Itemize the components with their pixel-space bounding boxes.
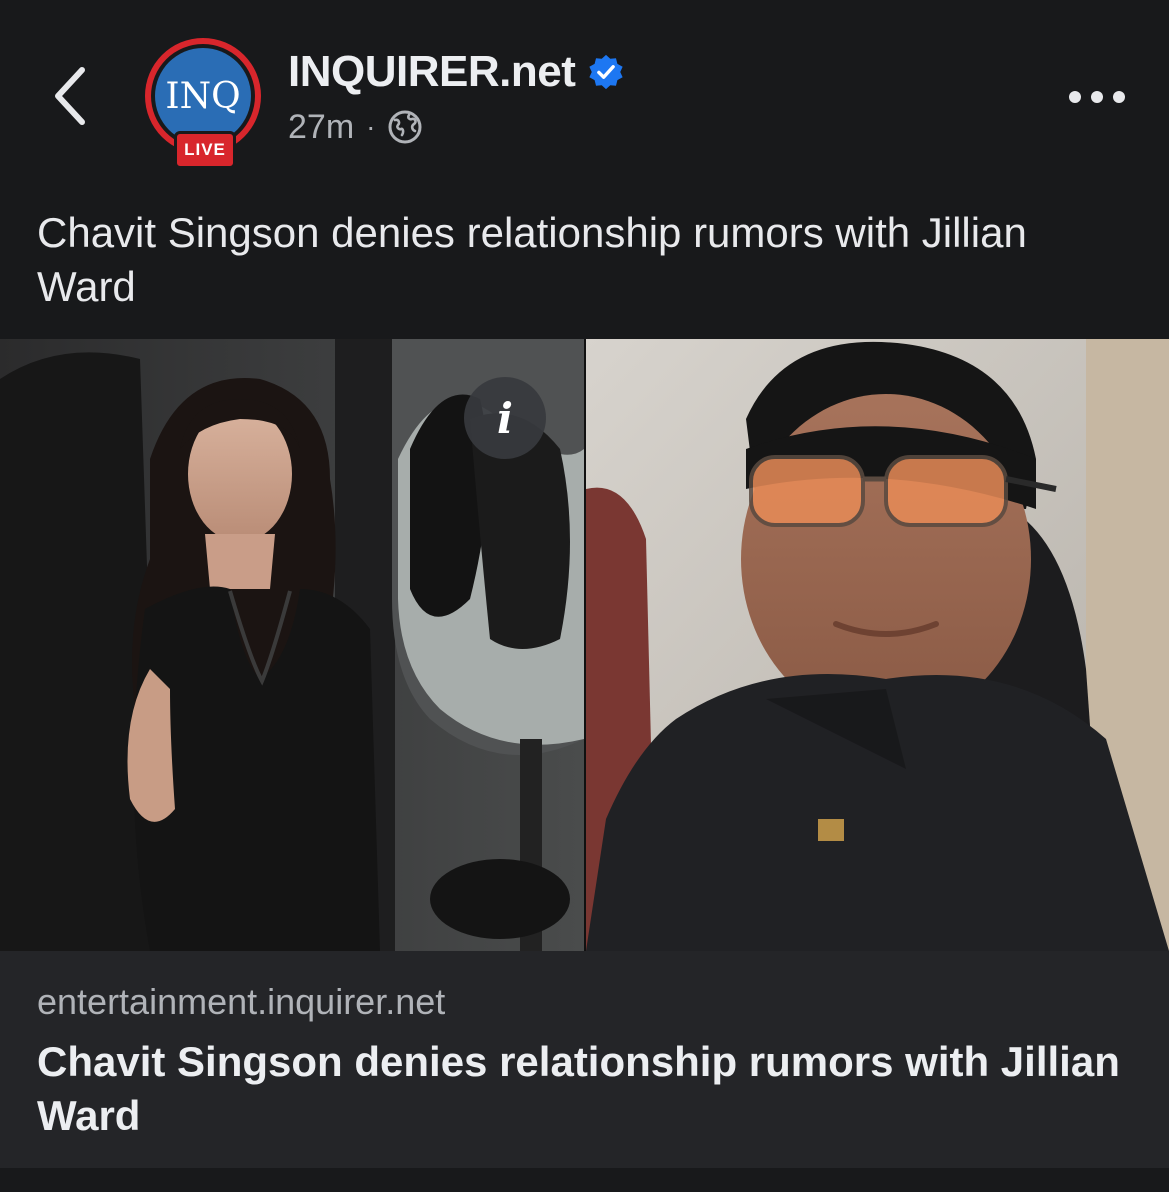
- verified-badge-icon: [589, 54, 623, 90]
- post-meta: 27m ·: [288, 104, 423, 150]
- info-icon: i: [497, 393, 513, 443]
- post-time[interactable]: 27m: [288, 108, 354, 147]
- page-name[interactable]: INQUIRER.net: [288, 47, 576, 97]
- link-title: Chavit Singson denies relationship rumor…: [37, 1038, 1120, 1139]
- link-preview-card[interactable]: entertainment.inquirer.net Chavit Singso…: [0, 951, 1169, 1168]
- live-badge: LIVE: [174, 131, 236, 169]
- post-header: INQ LIVE INQUIRER.net 27m ·: [0, 0, 1169, 190]
- page-name-row: INQUIRER.net: [288, 44, 625, 100]
- post-caption: Chavit Singson denies relationship rumor…: [37, 209, 1027, 310]
- photo-man-orange-sunglasses: [586, 339, 1169, 951]
- info-button[interactable]: i: [464, 377, 546, 459]
- more-options-button[interactable]: [1060, 72, 1134, 122]
- post-detail-screen: INQ LIVE INQUIRER.net 27m · Chavit Sings…: [0, 0, 1169, 1192]
- link-domain: entertainment.inquirer.net: [37, 981, 446, 1022]
- globe-icon: [388, 110, 422, 144]
- post-image[interactable]: i: [0, 339, 1169, 951]
- chevron-left-icon: [55, 67, 85, 125]
- more-horizontal-icon: [1069, 91, 1125, 103]
- back-button[interactable]: [38, 60, 102, 132]
- avatar-text: INQ: [165, 76, 240, 117]
- meta-separator: ·: [366, 111, 376, 142]
